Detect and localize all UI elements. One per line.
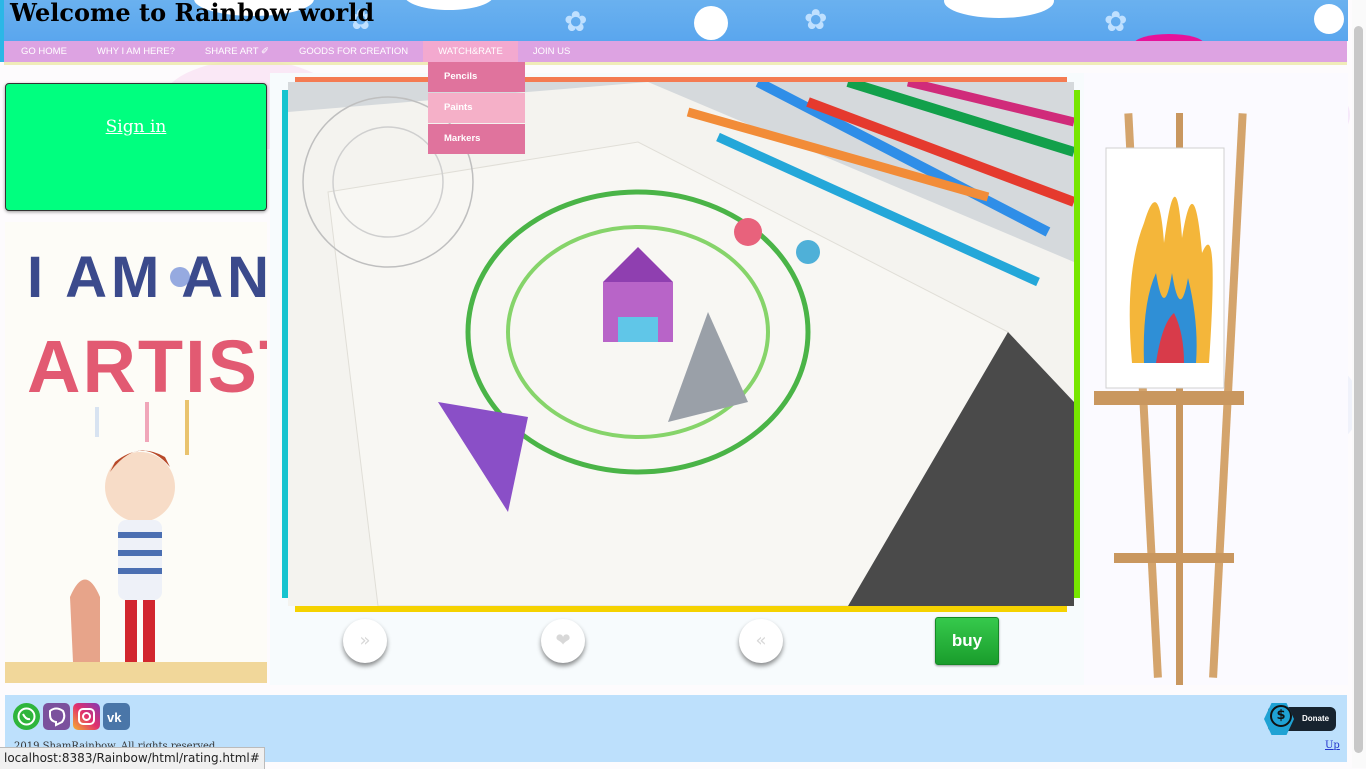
svg-text:vk: vk <box>107 710 122 725</box>
nav-item-watch-rate[interactable]: WATCH&RATE <box>423 41 518 62</box>
cloud-decoration <box>1314 4 1344 34</box>
buy-button[interactable]: buy <box>935 617 999 665</box>
watch-rate-dropdown: Pencils Paints Markers <box>428 62 525 155</box>
next-slide-button[interactable]: » <box>343 619 387 663</box>
page-title: Welcome to Rainbow world <box>10 0 375 27</box>
pink-arc-decoration <box>1134 34 1204 41</box>
viber-icon[interactable] <box>43 703 70 730</box>
artist-poster-image: I AM AN ARTIST <box>5 222 267 683</box>
scrollbar-thumb[interactable] <box>1354 26 1363 753</box>
cloud-decoration <box>404 0 494 10</box>
slide-image-coloring-book <box>288 82 1074 606</box>
artist-illustration: I AM AN ARTIST <box>5 245 267 683</box>
cloud-decoration <box>944 0 1054 18</box>
dropdown-item-paints[interactable]: Paints <box>428 93 525 123</box>
browser-status-url: localhost:8383/Rainbow/html/rating.html# <box>0 747 265 769</box>
nav-item-go-home[interactable]: GO HOME <box>4 41 82 62</box>
like-button[interactable]: ❤ <box>541 619 585 663</box>
nav-item-why-i-am-here[interactable]: WHY I AM HERE? <box>82 41 190 62</box>
donate-button[interactable]: $ Donate <box>1264 703 1336 735</box>
easel-image <box>1084 73 1348 685</box>
cloud-decoration <box>694 6 728 40</box>
donate-label: Donate <box>1302 714 1330 723</box>
slider-border-bottom <box>295 606 1067 612</box>
poster-text-line1: I AM AN <box>27 245 267 310</box>
dropdown-item-markers[interactable]: Markers <box>428 124 525 154</box>
signin-link[interactable]: Sign in <box>6 117 266 137</box>
instagram-icon[interactable] <box>73 703 100 730</box>
dropdown-item-pencils[interactable]: Pencils <box>428 62 525 92</box>
flower-decoration: ✿ <box>1104 5 1128 38</box>
previous-slide-button[interactable]: « <box>739 619 783 663</box>
vk-icon[interactable]: vk <box>103 703 130 730</box>
up-link[interactable]: Up <box>1325 740 1340 751</box>
slider-border-right <box>1074 90 1080 598</box>
flower-decoration: ✿ <box>804 3 828 36</box>
main-nav: GO HOME WHY I AM HERE? SHARE ART ✐ GOODS… <box>4 41 1347 62</box>
poster-text-line2: ARTIST <box>27 325 267 408</box>
header-banner: ✿ ✿ ✿ ✿ Welcome to Rainbow world <box>4 0 1348 41</box>
nav-item-join-us[interactable]: JOIN US <box>518 41 585 62</box>
signin-box: Sign in <box>5 83 267 211</box>
nav-item-share-art[interactable]: SHARE ART ✐ <box>190 41 284 62</box>
nav-underline-strip <box>4 62 1347 65</box>
whatsapp-icon[interactable] <box>13 703 40 730</box>
easel-illustration <box>1094 113 1247 685</box>
nav-item-goods-for-creation[interactable]: GOODS FOR CREATION <box>284 41 423 62</box>
flower-decoration: ✿ <box>564 5 588 38</box>
coloring-book-illustration <box>288 82 1074 606</box>
